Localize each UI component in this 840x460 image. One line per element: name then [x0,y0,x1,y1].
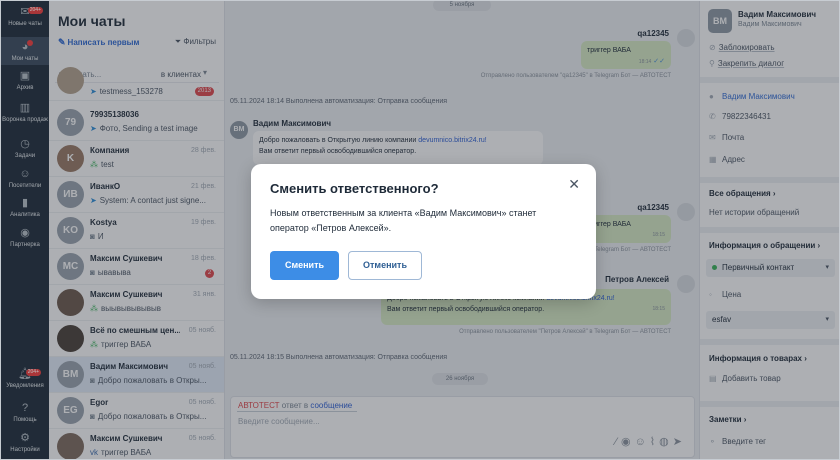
confirm-button[interactable]: Сменить [270,251,339,280]
change-responsible-dialog: Сменить ответственного? ✕ Новым ответств… [251,164,596,299]
nav-overlay [1,1,49,459]
close-icon[interactable]: ✕ [568,176,580,193]
app-window: ✉ Новые чаты 204+ ◕ Мои чаты ▣ Архив ▥ В… [0,0,840,460]
dialog-title: Сменить ответственного? [270,181,439,196]
cancel-button[interactable]: Отменить [348,251,422,280]
dialog-body: Новым ответственным за клиента «Вадим Ма… [270,208,537,233]
